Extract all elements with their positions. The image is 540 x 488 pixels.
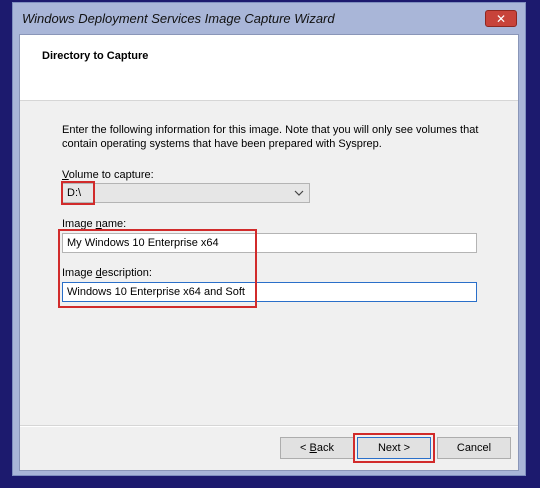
volume-dropdown[interactable]: D:\	[62, 183, 310, 203]
intro-text: Enter the following information for this…	[62, 124, 479, 150]
footer-separator	[20, 425, 518, 427]
wizard-client-area: Directory to Capture Enter the following…	[19, 34, 519, 471]
wizard-header: Directory to Capture	[20, 35, 518, 101]
volume-label: Volume to capture:	[62, 169, 154, 181]
volume-value: D:\	[67, 187, 82, 199]
window-title: Windows Deployment Services Image Captur…	[22, 11, 335, 26]
chevron-down-icon	[294, 190, 304, 196]
image-name-label: Image name:	[62, 218, 127, 230]
image-name-value: My Windows 10 Enterprise x64	[67, 237, 219, 249]
image-description-label: Image description:	[62, 267, 152, 279]
cancel-button[interactable]: Cancel	[437, 437, 511, 459]
wizard-window: Windows Deployment Services Image Captur…	[12, 2, 526, 476]
close-icon: ✕	[495, 12, 507, 26]
image-description-field[interactable]: Windows 10 Enterprise x64 and Soft	[62, 282, 477, 302]
next-button[interactable]: Next >	[357, 437, 431, 459]
image-name-field[interactable]: My Windows 10 Enterprise x64	[62, 233, 477, 253]
title-bar[interactable]: Windows Deployment Services Image Captur…	[13, 3, 525, 33]
page-title: Directory to Capture	[42, 50, 149, 62]
image-description-value: Windows 10 Enterprise x64 and Soft	[67, 286, 245, 298]
back-button[interactable]: < Back	[280, 437, 354, 459]
close-button[interactable]: ✕	[485, 10, 517, 27]
